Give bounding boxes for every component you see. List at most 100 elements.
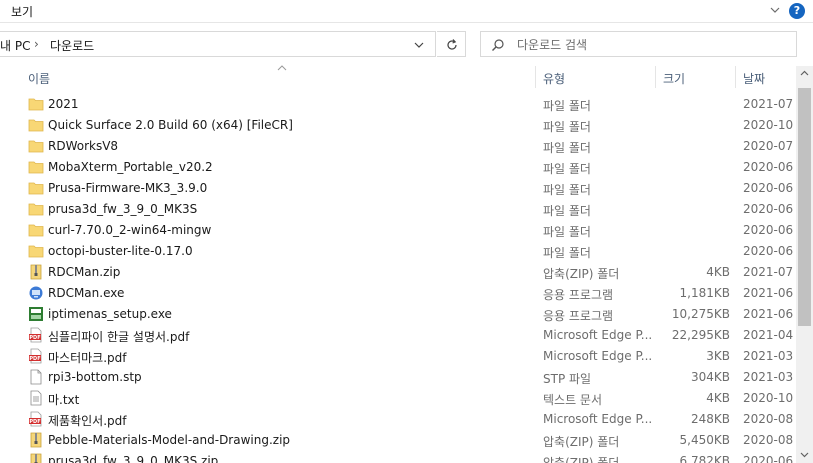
text-file-icon	[28, 390, 44, 406]
file-name: prusa3d_fw_3_9_0_MK3S.zip	[48, 454, 219, 463]
breadcrumb-separator-icon[interactable]: ›	[34, 37, 39, 51]
folder-icon	[28, 222, 44, 238]
installer-icon	[28, 306, 44, 322]
file-row[interactable]: rpi3-bottom.stp STP 파일 304KB 2021-03	[0, 367, 796, 388]
file-type: 파일 폴더	[543, 120, 591, 134]
file-date: 2021-06	[743, 286, 793, 300]
file-date: 2020-06	[743, 202, 793, 216]
file-row[interactable]: curl-7.70.0_2-win64-mingw 파일 폴더 2020-06	[0, 220, 796, 241]
file-row[interactable]: PDF 마스터마크.pdf Microsoft Edge P... 3KB 20…	[0, 346, 796, 367]
file-row[interactable]: prusa3d_fw_3_9_0_MK3S 파일 폴더 2020-06	[0, 199, 796, 220]
file-type: Microsoft Edge P...	[543, 412, 653, 426]
file-date: 2020-10	[743, 391, 793, 405]
column-header-name[interactable]: 이름	[28, 70, 50, 87]
file-type: 텍스트 문서	[543, 393, 603, 407]
file-date: 2020-08	[743, 433, 793, 447]
file-row[interactable]: RDCMan.zip 압축(ZIP) 폴더 4KB 2021-07	[0, 262, 796, 283]
file-row[interactable]: octopi-buster-lite-0.17.0 파일 폴더 2020-06	[0, 241, 796, 262]
file-type: 압축(ZIP) 폴더	[543, 267, 620, 281]
zip-icon	[28, 264, 44, 280]
file-name: RDWorksV8	[48, 139, 119, 153]
file-icon	[28, 369, 44, 385]
search-box[interactable]	[480, 31, 797, 57]
file-row[interactable]: prusa3d_fw_3_9_0_MK3S.zip 압축(ZIP) 폴더 6,7…	[0, 451, 796, 463]
file-row[interactable]: 마.txt 텍스트 문서 4KB 2020-10	[0, 388, 796, 409]
file-date: 2020-06	[743, 223, 793, 237]
file-type: 파일 폴더	[543, 183, 591, 197]
folder-icon	[28, 243, 44, 259]
file-name: octopi-buster-lite-0.17.0	[48, 244, 193, 258]
file-date: 2021-03	[743, 349, 793, 363]
file-size: 6,782KB	[679, 454, 730, 463]
svg-text:PDF: PDF	[29, 335, 40, 341]
ribbon-tab-view[interactable]: 보기	[11, 3, 33, 20]
file-row[interactable]: Pebble-Materials-Model-and-Drawing.zip 압…	[0, 430, 796, 451]
zip-icon	[28, 432, 44, 448]
file-name: 마.txt	[48, 393, 80, 407]
scrollbar-thumb[interactable]	[798, 88, 811, 326]
refresh-icon	[447, 39, 457, 50]
pdf-icon: PDF	[28, 348, 44, 364]
column-divider[interactable]	[735, 66, 736, 88]
breadcrumb-downloads[interactable]: 다운로드	[50, 37, 94, 54]
file-row[interactable]: Quick Surface 2.0 Build 60 (x64) [FileCR…	[0, 115, 796, 136]
file-size: 5,450KB	[679, 433, 730, 447]
file-row[interactable]: RDCMan.exe 응용 프로그램 1,181KB 2021-06	[0, 283, 796, 304]
file-name: prusa3d_fw_3_9_0_MK3S	[48, 202, 198, 216]
file-date: 2020-07	[743, 139, 793, 153]
pdf-icon: PDF	[28, 411, 44, 427]
file-type: 응용 프로그램	[543, 288, 614, 302]
file-row[interactable]: PDF 제품확인서.pdf Microsoft Edge P... 248KB …	[0, 409, 796, 430]
column-header-type[interactable]: 유형	[543, 70, 565, 87]
file-date: 2021-07	[743, 265, 793, 279]
breadcrumb-this-pc[interactable]: 내 PC	[0, 37, 30, 54]
file-size: 10,275KB	[671, 307, 730, 321]
file-row[interactable]: RDWorksV8 파일 폴더 2020-07	[0, 136, 796, 157]
search-input[interactable]	[515, 35, 789, 55]
folder-icon	[28, 96, 44, 112]
help-icon[interactable]: ?	[789, 3, 805, 19]
file-row[interactable]: MobaXterm_Portable_v20.2 파일 폴더 2020-06	[0, 157, 796, 178]
file-row[interactable]: iptimenas_setup.exe 응용 프로그램 10,275KB 202…	[0, 304, 796, 325]
file-type: 파일 폴더	[543, 162, 591, 176]
scroll-up-arrow-icon[interactable]	[800, 70, 809, 76]
file-name: 심플리파이 한글 설명서.pdf	[48, 330, 190, 344]
scroll-down-arrow-icon[interactable]	[800, 452, 809, 458]
file-type: 응용 프로그램	[543, 309, 614, 323]
sort-ascending-icon	[277, 65, 287, 71]
column-divider[interactable]	[535, 66, 536, 88]
file-type: STP 파일	[543, 372, 592, 386]
column-divider[interactable]	[655, 66, 656, 88]
ribbon-tab-bar: 보기 ?	[0, 0, 813, 23]
address-bar[interactable]: 내 PC › 다운로드	[0, 31, 436, 57]
file-row[interactable]: Prusa-Firmware-MK3_3.9.0 파일 폴더 2020-06	[0, 178, 796, 199]
file-size: 248KB	[690, 412, 730, 426]
column-header-date[interactable]: 날짜	[743, 70, 765, 87]
file-name: RDCMan.exe	[48, 286, 125, 300]
file-row[interactable]: PDF 심플리파이 한글 설명서.pdf Microsoft Edge P...…	[0, 325, 796, 346]
column-header-size[interactable]: 크기	[663, 70, 685, 87]
file-type: 파일 폴더	[543, 141, 591, 155]
file-name: rpi3-bottom.stp	[48, 370, 142, 384]
file-date: 2021-07	[743, 97, 793, 111]
file-row[interactable]: 2021 파일 폴더 2021-07	[0, 94, 796, 115]
expand-ribbon-chevron-icon[interactable]	[768, 3, 782, 17]
file-date: 2021-03	[743, 370, 793, 384]
svg-text:PDF: PDF	[29, 356, 40, 362]
folder-icon	[28, 117, 44, 133]
file-type: 파일 폴더	[543, 225, 591, 239]
file-type: 압축(ZIP) 폴더	[543, 456, 620, 463]
vertical-scrollbar[interactable]	[796, 66, 813, 463]
file-size: 304KB	[690, 370, 730, 384]
file-date: 2021-06	[743, 307, 793, 321]
file-type: 파일 폴더	[543, 246, 591, 260]
pdf-icon: PDF	[28, 327, 44, 343]
refresh-button[interactable]	[437, 31, 466, 57]
column-headers: 이름 유형 크기 날짜	[0, 65, 796, 88]
file-name: 마스터마크.pdf	[48, 351, 127, 365]
file-name: 2021	[48, 97, 79, 111]
file-type: 압축(ZIP) 폴더	[543, 435, 620, 449]
file-type: Microsoft Edge P...	[543, 349, 653, 363]
address-history-dropdown-icon[interactable]	[412, 38, 426, 52]
file-size: 1,181KB	[679, 286, 730, 300]
